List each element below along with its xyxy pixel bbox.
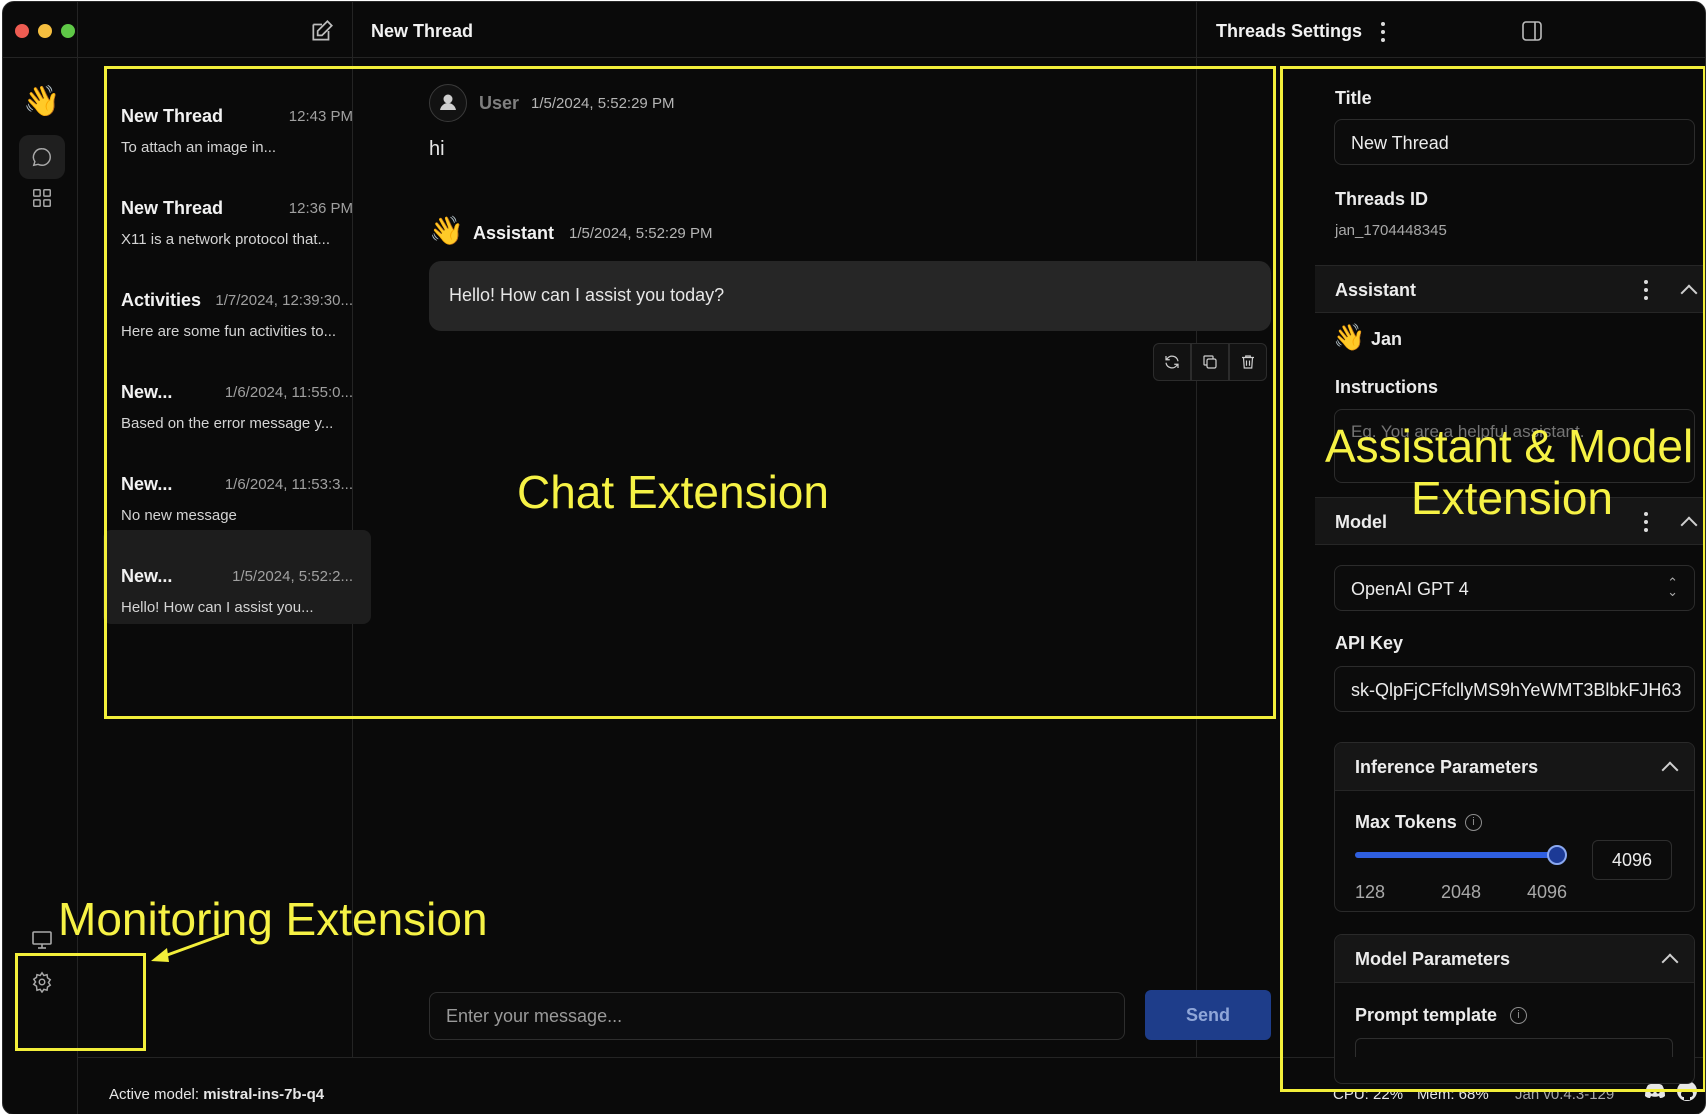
monitoring-extension-highlight xyxy=(15,953,146,1051)
message-input[interactable] xyxy=(429,992,1125,1040)
maximize-window-button[interactable] xyxy=(61,24,75,38)
assistant-model-label-line2: Extension xyxy=(1411,472,1614,524)
active-model-label: Active model: xyxy=(109,1086,200,1103)
app-window: New Thread Threads Settings 👋 New Thread… xyxy=(2,1,1706,1114)
close-window-button[interactable] xyxy=(15,24,29,38)
new-thread-button[interactable] xyxy=(309,18,335,44)
jan-logo[interactable]: 👋 xyxy=(19,79,65,123)
chat-bubble-icon xyxy=(32,148,51,167)
rail-divider xyxy=(77,2,78,1114)
chat-extension-label: Chat Extension xyxy=(517,466,829,518)
monitor-icon xyxy=(32,931,52,949)
waving-hand-icon: 👋 xyxy=(23,84,61,118)
minimize-window-button[interactable] xyxy=(38,24,52,38)
monitoring-extension-label: Monitoring Extension xyxy=(58,893,488,945)
nav-hub[interactable] xyxy=(19,176,65,220)
arrow-icon xyxy=(151,932,226,962)
toggle-right-panel-button[interactable] xyxy=(1521,20,1543,42)
chat-extension-highlight xyxy=(104,66,1276,719)
settings-menu-icon[interactable] xyxy=(1380,22,1386,42)
active-model-value: mistral-ins-7b-q4 xyxy=(203,1086,325,1103)
sidebar-panel-icon xyxy=(1522,21,1542,41)
grid-icon xyxy=(33,189,51,207)
assistant-model-extension-highlight xyxy=(1280,66,1705,1092)
send-button[interactable]: Send xyxy=(1145,990,1271,1040)
compose-icon xyxy=(312,20,333,41)
nav-chat[interactable] xyxy=(19,135,65,179)
assistant-model-label-line1: Assistant & Model xyxy=(1325,420,1694,472)
page-title: New Thread xyxy=(371,21,474,41)
settings-title: Threads Settings xyxy=(1216,21,1363,41)
active-model-status: Active model: mistral-ins-7b-q4 xyxy=(109,1086,324,1103)
titlebar-divider xyxy=(3,57,1705,58)
